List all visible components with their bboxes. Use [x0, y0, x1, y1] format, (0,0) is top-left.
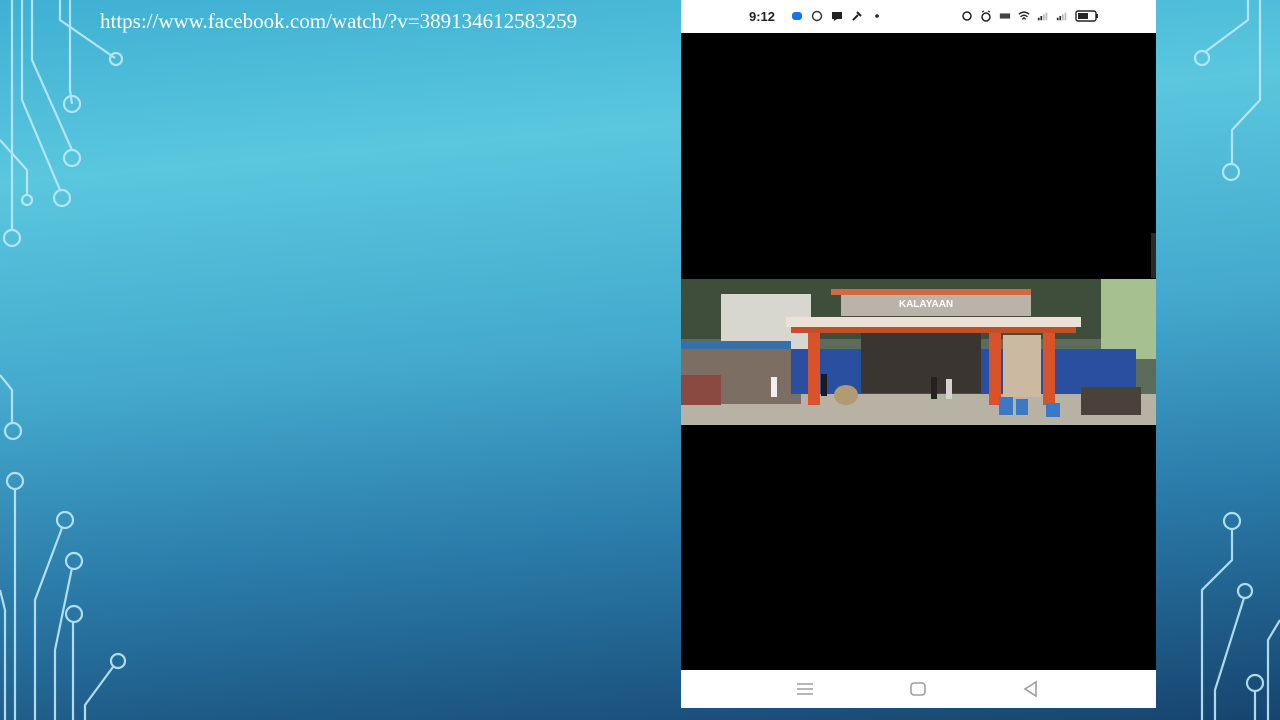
- video-frame[interactable]: KALAYAAN: [681, 279, 1156, 425]
- game-icon: [811, 10, 823, 22]
- more-notifications-icon: [875, 14, 879, 18]
- signboard-text: KALAYAAN: [899, 299, 953, 310]
- signal-icon: [1037, 12, 1048, 21]
- chat-icon: [832, 12, 842, 21]
- status-time: 9:12: [749, 9, 776, 24]
- tool-icon: [852, 11, 862, 21]
- video-player[interactable]: KALAYAAN: [681, 33, 1156, 670]
- data-speed-icon: [999, 13, 1011, 19]
- wifi-icon: [1018, 11, 1030, 20]
- status-bar: 9:12: [681, 0, 1156, 33]
- back-icon[interactable]: [1020, 679, 1042, 699]
- video-url-text: https://www.facebook.com/watch/?v=389134…: [100, 9, 578, 33]
- signal-2-icon: [1056, 12, 1067, 21]
- android-nav-bar: [681, 670, 1156, 708]
- battery-icon: [1075, 10, 1098, 22]
- status-notification-icons: [791, 10, 883, 22]
- messenger-icon: [792, 12, 802, 20]
- alarm-icon: [981, 10, 991, 22]
- phone-screenshot: 9:12 KALAYAAN: [681, 0, 1156, 708]
- status-system-icons: [961, 10, 1099, 22]
- do-not-disturb-icon: [962, 11, 972, 21]
- video-scroll-handle[interactable]: [1151, 233, 1156, 278]
- menu-icon[interactable]: [794, 679, 816, 699]
- home-icon[interactable]: [907, 679, 929, 699]
